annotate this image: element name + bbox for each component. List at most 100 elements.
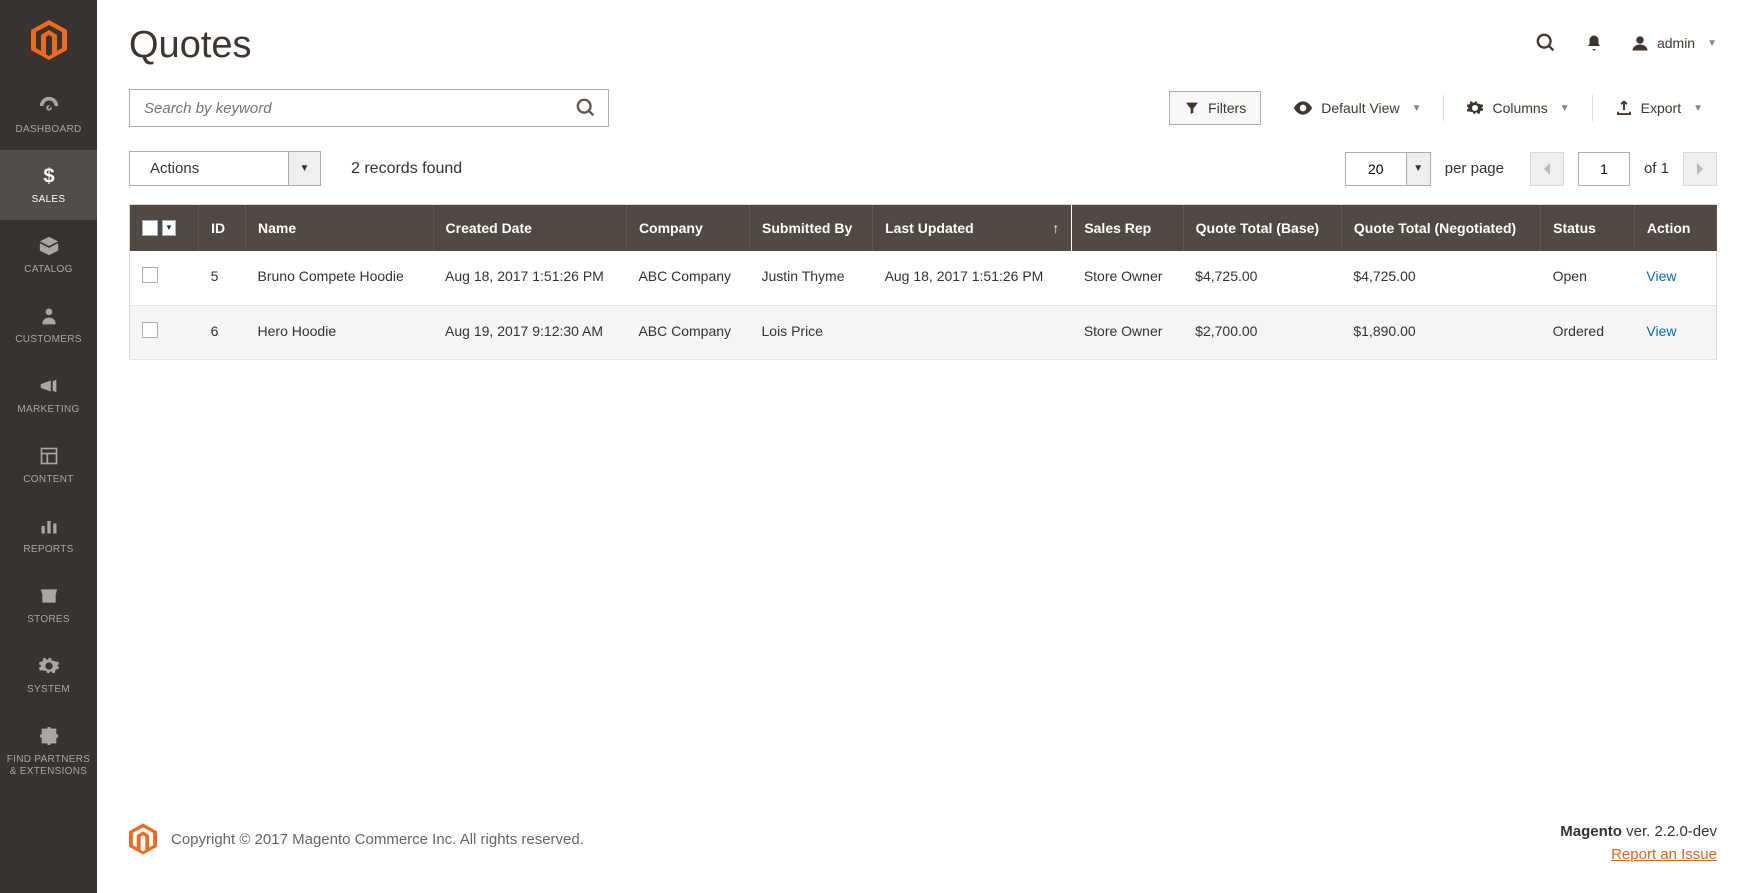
export-button[interactable]: Export ▼ bbox=[1601, 91, 1717, 125]
magento-logo[interactable] bbox=[0, 0, 97, 80]
cell-created: Aug 18, 2017 1:51:26 PM bbox=[433, 251, 626, 305]
sidebar-item-sales[interactable]: $ SALES bbox=[0, 150, 97, 220]
cell-name: Bruno Compete Hoodie bbox=[246, 251, 434, 305]
search-input[interactable] bbox=[129, 89, 609, 127]
cell-total-base: $2,700.00 bbox=[1183, 305, 1341, 360]
sidebar: DASHBOARD $ SALES CATALOG CUSTOMERS MARK… bbox=[0, 0, 97, 893]
person-icon bbox=[39, 304, 59, 328]
cell-created: Aug 19, 2017 9:12:30 AM bbox=[433, 305, 626, 360]
row-checkbox[interactable] bbox=[142, 322, 158, 338]
columns-label: Columns bbox=[1492, 100, 1547, 116]
sidebar-item-stores[interactable]: STORES bbox=[0, 570, 97, 640]
col-company[interactable]: Company bbox=[626, 205, 749, 252]
sidebar-item-label: SALES bbox=[32, 194, 66, 206]
svg-text:$: $ bbox=[43, 165, 54, 187]
sidebar-item-system[interactable]: SYSTEM bbox=[0, 640, 97, 710]
col-updated[interactable]: Last Updated↑ bbox=[873, 205, 1072, 252]
col-id[interactable]: ID bbox=[199, 205, 246, 252]
box-icon bbox=[38, 234, 60, 258]
col-status[interactable]: Status bbox=[1541, 205, 1635, 252]
separator bbox=[1443, 95, 1444, 121]
puzzle-icon bbox=[38, 724, 60, 748]
cell-company: ABC Company bbox=[626, 251, 749, 305]
caret-down-icon[interactable]: ▼ bbox=[162, 220, 176, 236]
actions-dropdown[interactable]: Actions ▼ bbox=[129, 151, 321, 186]
col-submitted[interactable]: Submitted By bbox=[750, 205, 873, 252]
grid-controls: Filters Default View ▼ Columns ▼ Exp bbox=[1169, 91, 1717, 125]
sidebar-item-label: DASHBOARD bbox=[15, 124, 81, 136]
default-view-label: Default View bbox=[1321, 100, 1399, 116]
page-footer: Copyright © 2017 Magento Commerce Inc. A… bbox=[97, 793, 1749, 893]
toolbar-pagination: Actions ▼ 2 records found ▼ per page of … bbox=[129, 141, 1717, 204]
col-total-neg[interactable]: Quote Total (Negotiated) bbox=[1341, 205, 1540, 252]
sidebar-item-dashboard[interactable]: DASHBOARD bbox=[0, 80, 97, 150]
sidebar-item-marketing[interactable]: MARKETING bbox=[0, 360, 97, 430]
search-icon bbox=[575, 97, 597, 119]
page-input[interactable] bbox=[1578, 152, 1630, 186]
report-issue-link[interactable]: Report an Issue bbox=[1560, 846, 1717, 863]
sidebar-item-catalog[interactable]: CATALOG bbox=[0, 220, 97, 290]
caret-down-icon: ▼ bbox=[1560, 103, 1570, 114]
eye-icon bbox=[1293, 101, 1313, 115]
cell-total-neg: $1,890.00 bbox=[1341, 305, 1540, 360]
table-row[interactable]: 6 Hero Hoodie Aug 19, 2017 9:12:30 AM AB… bbox=[130, 305, 1717, 360]
sidebar-item-label: CUSTOMERS bbox=[15, 334, 81, 346]
quotes-grid: ▼ ID Name Created Date Company Submitted… bbox=[129, 204, 1717, 360]
account-username: admin bbox=[1657, 35, 1695, 51]
view-link[interactable]: View bbox=[1646, 323, 1676, 339]
cell-name: Hero Hoodie bbox=[246, 305, 434, 360]
cell-id: 5 bbox=[199, 251, 246, 305]
cell-submitted: Justin Thyme bbox=[750, 251, 873, 305]
account-menu[interactable]: admin ▼ bbox=[1631, 34, 1717, 52]
col-salesrep[interactable]: Sales Rep bbox=[1072, 205, 1183, 252]
select-all-checkbox[interactable] bbox=[142, 220, 158, 236]
cell-salesrep: Store Owner bbox=[1072, 305, 1183, 360]
cell-salesrep: Store Owner bbox=[1072, 251, 1183, 305]
col-total-base[interactable]: Quote Total (Base) bbox=[1183, 205, 1341, 252]
filters-button[interactable]: Filters bbox=[1169, 91, 1261, 125]
sidebar-item-label: REPORTS bbox=[23, 544, 73, 556]
cell-submitted: Lois Price bbox=[750, 305, 873, 360]
sort-asc-icon: ↑ bbox=[1052, 219, 1059, 237]
layout-icon bbox=[39, 444, 59, 468]
caret-down-icon[interactable]: ▼ bbox=[289, 151, 321, 186]
export-label: Export bbox=[1641, 100, 1681, 116]
sidebar-item-label: MARKETING bbox=[17, 404, 79, 416]
default-view-button[interactable]: Default View ▼ bbox=[1279, 92, 1435, 124]
records-found: 2 records found bbox=[351, 160, 462, 178]
sidebar-item-label: SYSTEM bbox=[27, 684, 70, 696]
user-icon bbox=[1631, 34, 1649, 52]
notifications-button[interactable] bbox=[1585, 33, 1603, 53]
page-header: Quotes admin ▼ bbox=[97, 0, 1749, 77]
funnel-icon bbox=[1184, 100, 1200, 116]
col-checkbox[interactable]: ▼ bbox=[130, 205, 199, 252]
cell-status: Open bbox=[1541, 251, 1635, 305]
sidebar-item-customers[interactable]: CUSTOMERS bbox=[0, 290, 97, 360]
megaphone-icon bbox=[38, 374, 60, 398]
cell-status: Ordered bbox=[1541, 305, 1635, 360]
per-page-dropdown[interactable]: ▼ bbox=[1407, 152, 1431, 186]
cell-updated: Aug 18, 2017 1:51:26 PM bbox=[873, 251, 1072, 305]
view-link[interactable]: View bbox=[1646, 268, 1676, 284]
sidebar-item-content[interactable]: CONTENT bbox=[0, 430, 97, 500]
caret-down-icon: ▼ bbox=[1707, 38, 1717, 49]
per-page-input[interactable] bbox=[1345, 152, 1407, 186]
cell-id: 6 bbox=[199, 305, 246, 360]
col-name[interactable]: Name bbox=[246, 205, 434, 252]
magento-label: Magento bbox=[1560, 823, 1622, 840]
gear-icon bbox=[1466, 99, 1484, 117]
next-page-button[interactable] bbox=[1683, 152, 1717, 186]
sidebar-item-partners[interactable]: FIND PARTNERS & EXTENSIONS bbox=[0, 710, 97, 792]
search-submit-button[interactable] bbox=[569, 91, 603, 125]
row-checkbox[interactable] bbox=[142, 267, 158, 283]
separator bbox=[1592, 95, 1593, 121]
page-title: Quotes bbox=[129, 24, 252, 67]
col-created[interactable]: Created Date bbox=[433, 205, 626, 252]
global-search-button[interactable] bbox=[1535, 32, 1557, 54]
col-action[interactable]: Action bbox=[1634, 205, 1716, 252]
prev-page-button[interactable] bbox=[1530, 152, 1564, 186]
sidebar-item-label: STORES bbox=[27, 614, 70, 626]
table-row[interactable]: 5 Bruno Compete Hoodie Aug 18, 2017 1:51… bbox=[130, 251, 1717, 305]
sidebar-item-reports[interactable]: REPORTS bbox=[0, 500, 97, 570]
columns-button[interactable]: Columns ▼ bbox=[1452, 91, 1583, 125]
